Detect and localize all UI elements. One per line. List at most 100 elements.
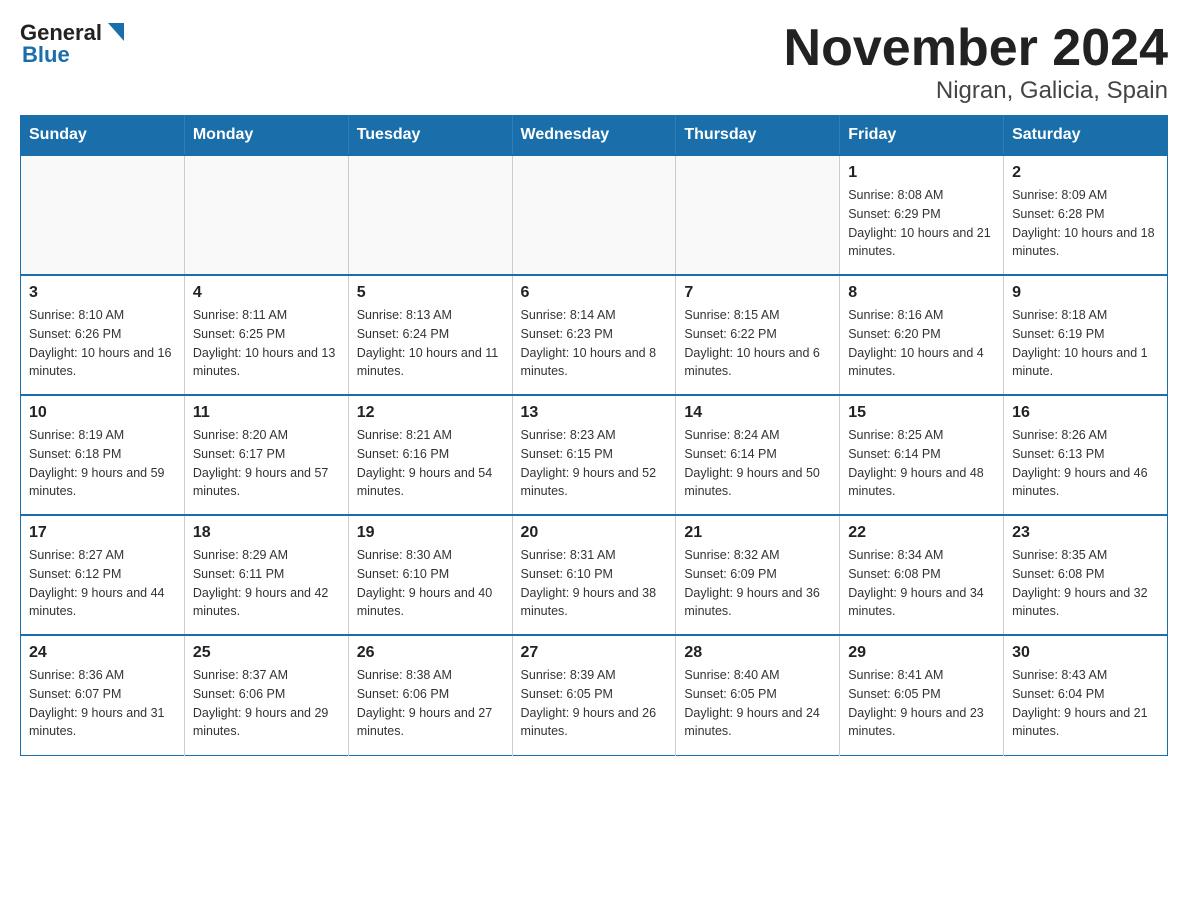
day-number: 22	[848, 524, 995, 542]
calendar-cell: 20 Sunrise: 8:31 AMSunset: 6:10 PMDayligh…	[512, 515, 676, 635]
calendar-cell: 21 Sunrise: 8:32 AMSunset: 6:09 PMDayligh…	[676, 515, 840, 635]
day-number: 25	[193, 644, 340, 662]
day-number: 16	[1012, 404, 1159, 422]
calendar-week-1: 1Sunrise: 8:08 AMSunset: 6:29 PMDaylight…	[21, 155, 1168, 275]
day-info: Sunrise: 8:16 AMSunset: 6:20 PMDaylight:…	[848, 306, 995, 381]
day-info: Sunrise: 8:41 AMSunset: 6:05 PMDaylight:…	[848, 666, 995, 741]
day-info: Sunrise: 8:39 AMSunset: 6:05 PMDaylight:…	[521, 666, 668, 741]
day-info: Sunrise: 8:27 AMSunset: 6:12 PMDaylight:…	[29, 546, 176, 621]
calendar-cell: 19 Sunrise: 8:30 AMSunset: 6:10 PMDayligh…	[348, 515, 512, 635]
col-tuesday: Tuesday	[348, 116, 512, 156]
day-number: 3	[29, 284, 176, 302]
day-number: 10	[29, 404, 176, 422]
calendar-cell: 15 Sunrise: 8:25 AMSunset: 6:14 PMDayligh…	[840, 395, 1004, 515]
calendar-cell	[348, 155, 512, 275]
calendar-cell: 30 Sunrise: 8:43 AMSunset: 6:04 PMDayligh…	[1004, 635, 1168, 755]
col-saturday: Saturday	[1004, 116, 1168, 156]
col-monday: Monday	[184, 116, 348, 156]
calendar-cell: 13 Sunrise: 8:23 AMSunset: 6:15 PMDayligh…	[512, 395, 676, 515]
calendar-cell: 11Sunrise: 8:20 AMSunset: 6:17 PMDayligh…	[184, 395, 348, 515]
day-number: 26	[357, 644, 504, 662]
calendar-cell: 17Sunrise: 8:27 AMSunset: 6:12 PMDayligh…	[21, 515, 185, 635]
day-info: Sunrise: 8:11 AMSunset: 6:25 PMDaylight:…	[193, 306, 340, 381]
calendar-cell	[676, 155, 840, 275]
day-info: Sunrise: 8:09 AMSunset: 6:28 PMDaylight:…	[1012, 186, 1159, 261]
day-number: 1	[848, 164, 995, 182]
day-number: 24	[29, 644, 176, 662]
day-info: Sunrise: 8:43 AMSunset: 6:04 PMDaylight:…	[1012, 666, 1159, 741]
day-info: Sunrise: 8:30 AMSunset: 6:10 PMDaylight:…	[357, 546, 504, 621]
calendar-cell: 27Sunrise: 8:39 AMSunset: 6:05 PMDayligh…	[512, 635, 676, 755]
calendar-cell: 26 Sunrise: 8:38 AMSunset: 6:06 PMDayligh…	[348, 635, 512, 755]
day-number: 20	[521, 524, 668, 542]
day-number: 19	[357, 524, 504, 542]
calendar-cell: 24 Sunrise: 8:36 AMSunset: 6:07 PMDayligh…	[21, 635, 185, 755]
day-info: Sunrise: 8:38 AMSunset: 6:06 PMDaylight:…	[357, 666, 504, 741]
day-info: Sunrise: 8:13 AMSunset: 6:24 PMDaylight:…	[357, 306, 504, 381]
calendar-cell: 14 Sunrise: 8:24 AMSunset: 6:14 PMDayligh…	[676, 395, 840, 515]
day-info: Sunrise: 8:32 AMSunset: 6:09 PMDaylight:…	[684, 546, 831, 621]
day-number: 14	[684, 404, 831, 422]
day-info: Sunrise: 8:31 AMSunset: 6:10 PMDaylight:…	[521, 546, 668, 621]
calendar-cell: 23Sunrise: 8:35 AMSunset: 6:08 PMDayligh…	[1004, 515, 1168, 635]
calendar-cell: 1Sunrise: 8:08 AMSunset: 6:29 PMDaylight…	[840, 155, 1004, 275]
day-info: Sunrise: 8:37 AMSunset: 6:06 PMDaylight:…	[193, 666, 340, 741]
calendar-cell: 29Sunrise: 8:41 AMSunset: 6:05 PMDayligh…	[840, 635, 1004, 755]
calendar-cell	[184, 155, 348, 275]
day-number: 18	[193, 524, 340, 542]
calendar-cell: 3 Sunrise: 8:10 AMSunset: 6:26 PMDaylight…	[21, 275, 185, 395]
calendar-cell: 12 Sunrise: 8:21 AMSunset: 6:16 PMDayligh…	[348, 395, 512, 515]
calendar-cell: 10 Sunrise: 8:19 AMSunset: 6:18 PMDayligh…	[21, 395, 185, 515]
day-info: Sunrise: 8:24 AMSunset: 6:14 PMDaylight:…	[684, 426, 831, 501]
calendar-cell: 18 Sunrise: 8:29 AMSunset: 6:11 PMDayligh…	[184, 515, 348, 635]
calendar-cell	[21, 155, 185, 275]
day-number: 11	[193, 404, 340, 422]
day-number: 15	[848, 404, 995, 422]
day-number: 9	[1012, 284, 1159, 302]
col-friday: Friday	[840, 116, 1004, 156]
day-info: Sunrise: 8:40 AMSunset: 6:05 PMDaylight:…	[684, 666, 831, 741]
logo-triangle-icon	[104, 21, 126, 43]
day-info: Sunrise: 8:18 AMSunset: 6:19 PMDaylight:…	[1012, 306, 1159, 381]
day-info: Sunrise: 8:10 AMSunset: 6:26 PMDaylight:…	[29, 306, 176, 381]
day-number: 5	[357, 284, 504, 302]
calendar-cell: 4 Sunrise: 8:11 AMSunset: 6:25 PMDaylight…	[184, 275, 348, 395]
day-number: 8	[848, 284, 995, 302]
day-number: 12	[357, 404, 504, 422]
calendar-week-2: 3 Sunrise: 8:10 AMSunset: 6:26 PMDaylight…	[21, 275, 1168, 395]
day-number: 21	[684, 524, 831, 542]
calendar-cell: 22 Sunrise: 8:34 AMSunset: 6:08 PMDayligh…	[840, 515, 1004, 635]
day-info: Sunrise: 8:23 AMSunset: 6:15 PMDaylight:…	[521, 426, 668, 501]
calendar-cell: 6 Sunrise: 8:14 AMSunset: 6:23 PMDaylight…	[512, 275, 676, 395]
day-number: 28	[684, 644, 831, 662]
day-info: Sunrise: 8:21 AMSunset: 6:16 PMDaylight:…	[357, 426, 504, 501]
day-info: Sunrise: 8:36 AMSunset: 6:07 PMDaylight:…	[29, 666, 176, 741]
calendar-header-row: Sunday Monday Tuesday Wednesday Thursday…	[21, 116, 1168, 156]
day-number: 13	[521, 404, 668, 422]
calendar-cell: 25 Sunrise: 8:37 AMSunset: 6:06 PMDayligh…	[184, 635, 348, 755]
day-number: 2	[1012, 164, 1159, 182]
day-info: Sunrise: 8:25 AMSunset: 6:14 PMDaylight:…	[848, 426, 995, 501]
day-number: 4	[193, 284, 340, 302]
day-info: Sunrise: 8:15 AMSunset: 6:22 PMDaylight:…	[684, 306, 831, 381]
calendar-cell: 8 Sunrise: 8:16 AMSunset: 6:20 PMDaylight…	[840, 275, 1004, 395]
calendar-cell	[512, 155, 676, 275]
day-info: Sunrise: 8:14 AMSunset: 6:23 PMDaylight:…	[521, 306, 668, 381]
calendar-subtitle: Nigran, Galicia, Spain	[784, 77, 1168, 105]
day-number: 7	[684, 284, 831, 302]
day-number: 30	[1012, 644, 1159, 662]
page-header: General Blue November 2024 Nigran, Galic…	[20, 20, 1168, 105]
logo-blue-text: Blue	[20, 42, 70, 68]
col-sunday: Sunday	[21, 116, 185, 156]
day-number: 23	[1012, 524, 1159, 542]
day-info: Sunrise: 8:19 AMSunset: 6:18 PMDaylight:…	[29, 426, 176, 501]
calendar-title: November 2024	[784, 20, 1168, 77]
calendar-table: Sunday Monday Tuesday Wednesday Thursday…	[20, 115, 1168, 756]
day-info: Sunrise: 8:34 AMSunset: 6:08 PMDaylight:…	[848, 546, 995, 621]
day-number: 6	[521, 284, 668, 302]
calendar-cell: 9 Sunrise: 8:18 AMSunset: 6:19 PMDaylight…	[1004, 275, 1168, 395]
day-info: Sunrise: 8:29 AMSunset: 6:11 PMDaylight:…	[193, 546, 340, 621]
calendar-cell: 2 Sunrise: 8:09 AMSunset: 6:28 PMDaylight…	[1004, 155, 1168, 275]
col-wednesday: Wednesday	[512, 116, 676, 156]
calendar-cell: 16Sunrise: 8:26 AMSunset: 6:13 PMDayligh…	[1004, 395, 1168, 515]
